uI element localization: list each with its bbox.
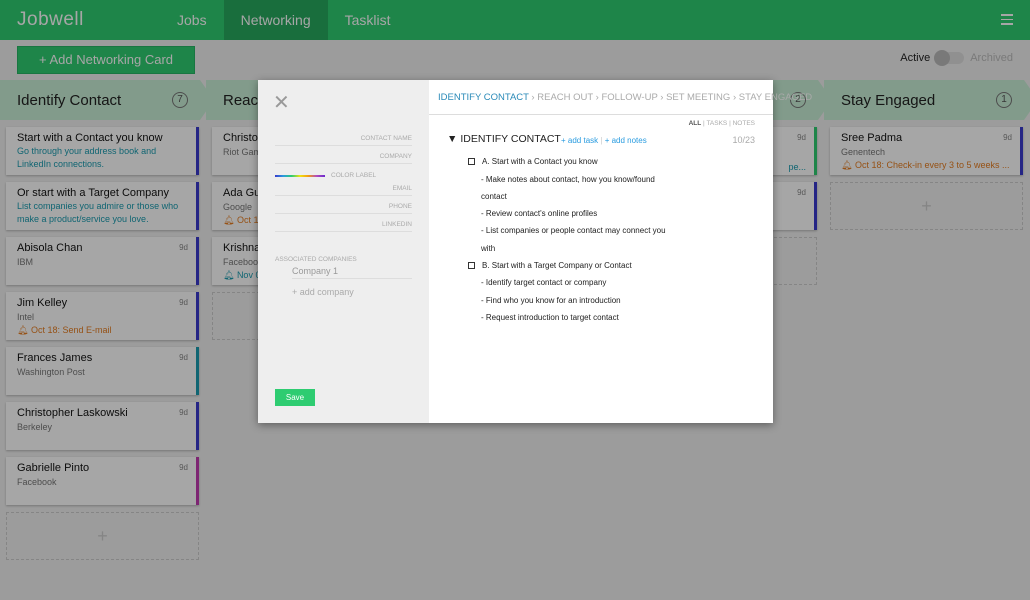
task-label: B. Start with a Target Company or Contac… xyxy=(482,261,632,271)
contact-form: ✕ CONTACT NAME COMPANY COLOR LABEL EMAIL… xyxy=(258,80,429,423)
contact-name-field[interactable]: CONTACT NAME xyxy=(275,135,412,146)
note-line: - Request introduction to target contact xyxy=(481,313,619,323)
section-title: IDENTIFY CONTACT xyxy=(460,133,561,145)
add-notes-link[interactable]: + add notes xyxy=(605,136,647,145)
color-label-text: COLOR LABEL xyxy=(331,172,377,179)
task-checkbox[interactable] xyxy=(468,262,475,270)
task-checkbox[interactable] xyxy=(468,158,475,166)
associated-companies-label: ASSOCIATED COMPANIES xyxy=(275,256,357,263)
filter-notes[interactable]: NOTES xyxy=(733,120,755,127)
task-list: A. Start with a Contact you know - Make … xyxy=(468,153,698,326)
section-actions: + add task | + add notes xyxy=(561,136,647,145)
section-header[interactable]: ▼ IDENTIFY CONTACT xyxy=(447,133,561,145)
divider xyxy=(429,114,773,115)
phone-field[interactable]: PHONE xyxy=(275,203,412,214)
task-notes: - Identify target contact or company - F… xyxy=(468,274,698,326)
task-progress: 10/23 xyxy=(732,135,755,145)
stage-breadcrumb: IDENTIFY CONTACT › REACH OUT › FOLLOW-UP… xyxy=(438,92,813,103)
linkedin-field[interactable]: LINKEDIN xyxy=(275,221,412,232)
save-button[interactable]: Save xyxy=(275,389,315,406)
company-input[interactable]: Company 1 xyxy=(292,266,412,279)
stage-reach-out[interactable]: REACH OUT xyxy=(537,92,593,103)
stage-follow-up[interactable]: FOLLOW-UP xyxy=(601,92,657,103)
note-line: with xyxy=(481,243,496,253)
color-label-picker[interactable] xyxy=(275,175,325,177)
filter-all[interactable]: ALL xyxy=(689,120,702,127)
note-line: - List companies or people contact may c… xyxy=(481,226,666,236)
stage-identify-contact[interactable]: IDENTIFY CONTACT xyxy=(438,92,529,103)
task-item: B. Start with a Target Company or Contac… xyxy=(468,257,698,275)
close-icon[interactable]: ✕ xyxy=(273,90,290,115)
stage-stay-engaged[interactable]: STAY ENGAGED xyxy=(739,92,812,103)
stage-set-meeting[interactable]: SET MEETING xyxy=(666,92,730,103)
note-line: contact xyxy=(481,191,507,201)
task-label: A. Start with a Contact you know xyxy=(482,157,598,167)
add-company-link[interactable]: + add company xyxy=(292,287,354,297)
contact-modal: ✕ CONTACT NAME COMPANY COLOR LABEL EMAIL… xyxy=(258,80,812,423)
note-line: - Review contact's online profiles xyxy=(481,209,598,219)
collapse-triangle-icon[interactable]: ▼ xyxy=(447,133,460,145)
add-task-link[interactable]: + add task xyxy=(561,136,598,145)
filter-tasks[interactable]: TASKS xyxy=(706,120,727,127)
task-notes: - Make notes about contact, how you know… xyxy=(468,171,698,257)
note-line: - Identify target contact or company xyxy=(481,278,607,288)
note-line: - Find who you know for an introduction xyxy=(481,295,621,305)
task-item: A. Start with a Contact you know xyxy=(468,153,698,171)
company-field[interactable]: COMPANY xyxy=(275,153,412,164)
filter-tabs: ALL | TASKS | NOTES xyxy=(688,120,755,127)
email-field[interactable]: EMAIL xyxy=(275,185,412,196)
note-line: - Make notes about contact, how you know… xyxy=(481,174,655,184)
